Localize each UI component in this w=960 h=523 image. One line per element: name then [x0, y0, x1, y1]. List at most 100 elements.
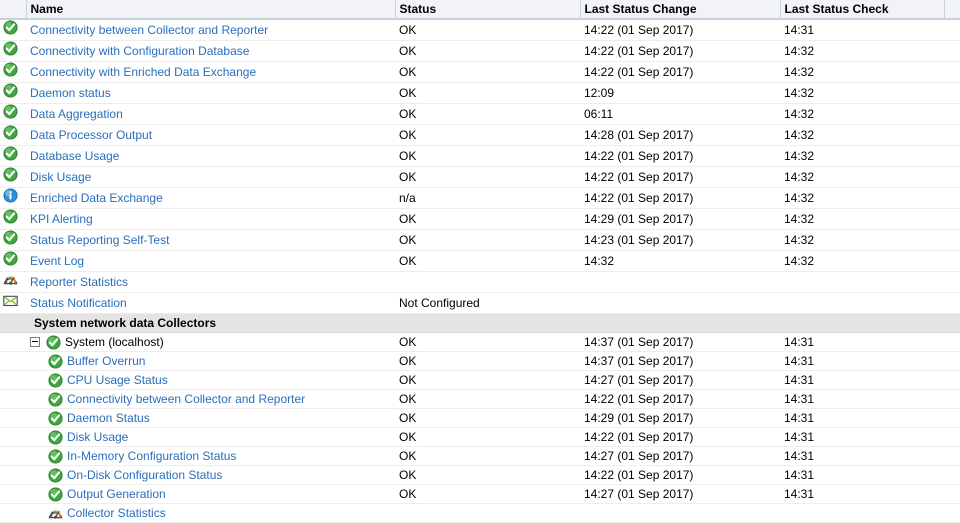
envelope-icon — [3, 293, 18, 308]
status-ok-icon — [48, 353, 63, 369]
row-last-status-change-cell: 14:22 (01 Sep 2017) — [580, 40, 780, 62]
row-name-cell: Output Generation — [26, 484, 395, 504]
row-last-status-check-cell: 14:32 — [780, 82, 944, 104]
row-name-inner: Buffer Overrun — [30, 352, 395, 370]
row-last-status-check-cell: 14:31 — [780, 465, 944, 485]
gauge-icon — [3, 272, 18, 287]
row-status-icon-cell — [0, 408, 26, 428]
row-status-icon-cell — [0, 351, 26, 371]
row-name-link[interactable]: Disk Usage — [30, 168, 91, 186]
row-last-status-change-cell: 14:22 (01 Sep 2017) — [580, 145, 780, 167]
column-header-last-status-change[interactable]: Last Status Change — [580, 0, 781, 20]
status-ok-icon — [3, 146, 18, 161]
row-name-link[interactable]: Connectivity between Collector and Repor… — [30, 21, 268, 39]
column-header-name[interactable]: Name — [26, 0, 396, 20]
row-name-link[interactable]: Data Aggregation — [30, 105, 123, 123]
column-header-icon[interactable] — [0, 0, 27, 20]
row-last-status-change-cell: 14:22 (01 Sep 2017) — [580, 61, 780, 83]
row-last-status-change-cell: 14:29 (01 Sep 2017) — [580, 408, 780, 428]
row-name-inner: Connectivity between Collector and Repor… — [30, 21, 395, 39]
row-spacer-cell — [944, 503, 960, 523]
row-spacer-cell — [944, 351, 960, 371]
row-last-status-check-cell: 14:32 — [780, 61, 944, 83]
row-name-link[interactable]: Reporter Statistics — [30, 273, 128, 291]
row-name-link[interactable]: Collector Statistics — [67, 504, 166, 522]
row-name-link[interactable]: Connectivity between Collector and Repor… — [67, 390, 305, 408]
row-spacer-cell — [944, 292, 960, 314]
row-name-link[interactable]: Status Notification — [30, 294, 127, 312]
row-name-cell: Daemon status — [26, 82, 395, 104]
row-last-status-check-cell: 14:32 — [780, 166, 944, 188]
row-spacer-cell — [944, 389, 960, 409]
row-name-inner: Data Processor Output — [30, 126, 395, 144]
row-last-status-change-cell: 14:22 (01 Sep 2017) — [580, 465, 780, 485]
row-name-link[interactable]: Database Usage — [30, 147, 119, 165]
row-last-status-change-cell: 06:11 — [580, 103, 780, 125]
row-name-link[interactable]: Enriched Data Exchange — [30, 189, 163, 207]
row-name-link[interactable]: Output Generation — [67, 485, 166, 503]
row-name-link[interactable]: Disk Usage — [67, 428, 128, 446]
section-empty-cell — [580, 313, 780, 333]
row-last-status-change-cell — [580, 292, 780, 314]
row-status-icon-cell — [0, 465, 26, 485]
table-row: Disk Usage OK 14:22 (01 Sep 2017) 14:32 — [0, 166, 960, 188]
row-name-link[interactable]: Data Processor Output — [30, 126, 152, 144]
status-overview-table: Name Status Last Status Change Last Stat… — [0, 0, 960, 523]
row-last-status-change-cell: 14:27 (01 Sep 2017) — [580, 484, 780, 504]
table-row: Data Processor Output OK 14:28 (01 Sep 201… — [0, 124, 960, 146]
row-status-icon-cell — [0, 19, 26, 41]
row-last-status-change-cell: 14:22 (01 Sep 2017) — [580, 19, 780, 41]
column-header-last-status-check[interactable]: Last Status Check — [780, 0, 945, 20]
row-name-cell: Collector Statistics — [26, 503, 395, 523]
row-status-icon-cell — [0, 427, 26, 447]
table-row: Daemon Status OK 14:29 (01 Sep 2017) 14:31 — [0, 408, 960, 428]
column-header-spacer — [944, 0, 960, 20]
status-ok-icon — [48, 486, 63, 502]
row-name-link[interactable]: Connectivity with Enriched Data Exchange — [30, 63, 256, 81]
row-name-inner: Database Usage — [30, 147, 395, 165]
status-info-icon — [3, 188, 18, 203]
row-last-status-change-cell: 14:22 (01 Sep 2017) — [580, 187, 780, 209]
row-name-cell: Reporter Statistics — [26, 271, 395, 293]
row-name-link[interactable]: Connectivity with Configuration Database — [30, 42, 249, 60]
row-name-link[interactable]: On-Disk Configuration Status — [67, 466, 222, 484]
row-status-cell: OK — [395, 145, 580, 167]
row-name-link[interactable]: Event Log — [30, 252, 84, 270]
section-empty-cell — [780, 313, 944, 333]
row-spacer-cell — [944, 229, 960, 251]
row-name-cell: Enriched Data Exchange — [26, 187, 395, 209]
row-name-cell: Connectivity between Collector and Repor… — [26, 19, 395, 41]
row-status-icon-cell — [0, 166, 26, 188]
row-name-link[interactable]: CPU Usage Status — [67, 371, 168, 389]
row-spacer-cell — [944, 370, 960, 390]
row-name-inner: Daemon Status — [30, 409, 395, 427]
row-name-link[interactable]: Buffer Overrun — [67, 352, 145, 370]
status-ok-icon — [3, 62, 18, 77]
row-name-link[interactable]: Daemon status — [30, 84, 111, 102]
table-header: Name Status Last Status Change Last Stat… — [0, 0, 960, 20]
row-last-status-check-cell: 14:31 — [780, 370, 944, 390]
row-last-status-check-cell — [780, 292, 944, 314]
row-name-link[interactable]: Status Reporting Self-Test — [30, 231, 169, 249]
row-name-cell: Event Log — [26, 250, 395, 272]
row-status-icon-cell — [0, 40, 26, 62]
row-name-link[interactable]: In-Memory Configuration Status — [67, 447, 236, 465]
column-header-status[interactable]: Status — [395, 0, 581, 20]
row-name-link[interactable]: KPI Alerting — [30, 210, 93, 228]
row-status-icon-cell — [0, 292, 26, 314]
row-status-cell: OK — [395, 446, 580, 466]
table-row: Status Notification Not Configured — [0, 292, 960, 314]
tree-collapse-toggle[interactable] — [30, 336, 43, 349]
row-name-inner: Enriched Data Exchange — [30, 189, 395, 207]
row-name-cell: Database Usage — [26, 145, 395, 167]
row-status-cell: OK — [395, 40, 580, 62]
row-status-icon-cell — [0, 145, 26, 167]
row-name-link[interactable]: Daemon Status — [67, 409, 150, 427]
row-status-icon-cell — [0, 82, 26, 104]
section-title: System network data Collectors — [26, 313, 395, 333]
row-last-status-change-cell: 14:28 (01 Sep 2017) — [580, 124, 780, 146]
row-status-cell — [395, 271, 580, 293]
row-name-inner: Data Aggregation — [30, 105, 395, 123]
row-name-inner: CPU Usage Status — [30, 371, 395, 389]
row-status-cell: OK — [395, 250, 580, 272]
